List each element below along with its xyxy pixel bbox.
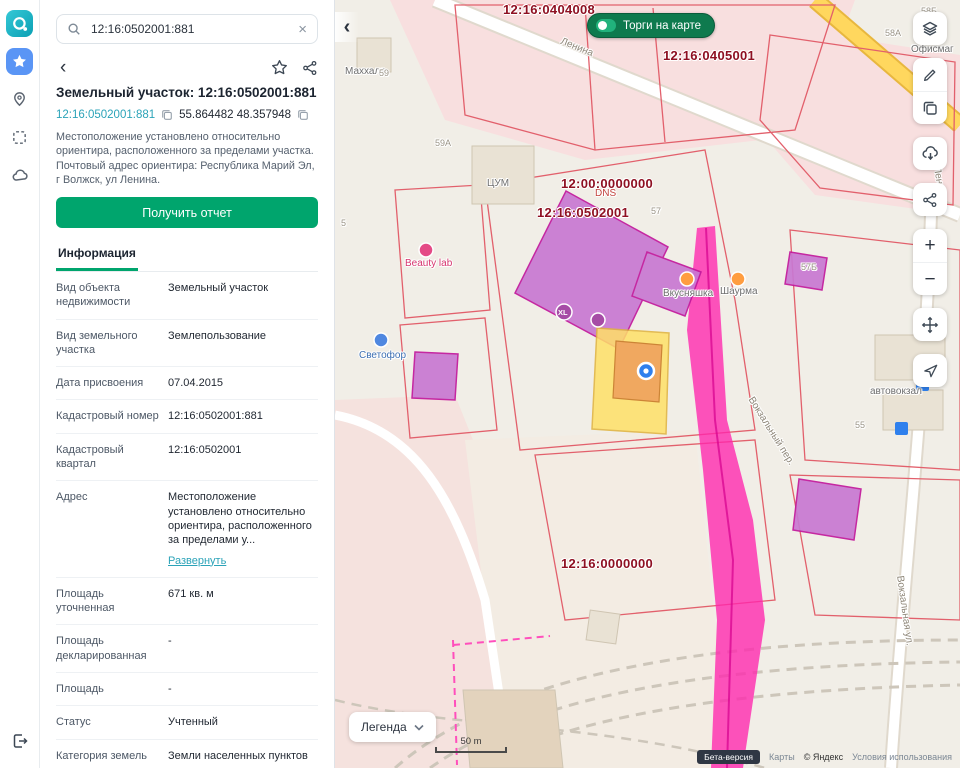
left-icon-rail (0, 0, 40, 768)
map-pin-icon (14, 92, 25, 107)
favorite-star-icon[interactable] (271, 59, 288, 76)
cadastral-coords-row: 12:16:0502001:881 55.864482 48.357948 (56, 109, 318, 121)
info-row-parcel-type: Вид земельного участка Землепользование (56, 320, 318, 368)
zoom-out-button[interactable]: − (913, 262, 947, 295)
pencil-icon (923, 69, 935, 82)
info-row-address: Адрес Местоположение установлено относит… (56, 481, 318, 578)
info-row-status: Статус Учтенный (56, 706, 318, 740)
search-bar[interactable]: × (56, 14, 318, 44)
share-map-button[interactable] (913, 183, 947, 216)
duplicate-icon (923, 101, 937, 115)
legend-button[interactable]: Легенда (349, 712, 436, 742)
share-icon (923, 192, 937, 207)
dashed-area-icon (13, 131, 26, 144)
info-row-land-category: Категория земель Земли населенных пункто… (56, 740, 318, 768)
search-input[interactable] (89, 21, 291, 37)
marker-nav-button[interactable] (6, 86, 33, 113)
info-row-date: Дата присвоения 07.04.2015 (56, 367, 318, 401)
info-row-cadastral-number: Кадастровый номер 12:16:0502001:881 (56, 400, 318, 434)
panel-tabs: Информация (56, 240, 318, 272)
share-icon[interactable] (302, 60, 318, 76)
copy-icon[interactable] (297, 109, 309, 121)
cloud-icon (12, 168, 28, 181)
locate-me-button[interactable] (913, 354, 947, 387)
location-arrow-icon (923, 364, 937, 378)
selection-nav-button[interactable] (6, 124, 33, 151)
yandex-copyright[interactable]: © Яндекс (804, 752, 843, 762)
maps-label: Карты (769, 752, 795, 762)
star-icon (13, 54, 26, 68)
object-title: Земельный участок: 12:16:0502001:881 (56, 85, 317, 100)
copy-area-button[interactable] (913, 91, 947, 124)
expand-address-link[interactable]: Развернуть (168, 554, 226, 568)
cadastral-number-link[interactable]: 12:16:0502001:881 (56, 109, 155, 121)
info-row-area-refined: Площадь уточненная 671 кв. м (56, 578, 318, 626)
beta-badge: Бета-версия (697, 750, 761, 764)
scale-bar: 50 m (435, 736, 507, 753)
logo-icon (12, 16, 27, 31)
app-logo[interactable] (6, 10, 33, 37)
info-row-cadastral-quarter: Кадастровый квартал 12:16:0502001 (56, 434, 318, 482)
collapse-panel-button[interactable]: ‹ (335, 12, 359, 42)
object-description: Местоположение установлено относительно … (56, 131, 315, 186)
cloud-download-icon (921, 146, 938, 161)
back-button[interactable]: ‹ (56, 58, 70, 77)
map-toolbar: + − (913, 12, 947, 387)
chevron-down-icon (414, 724, 424, 731)
torgi-map-toggle-button[interactable]: Торги на карте (587, 13, 716, 38)
map-area: 12:16:0404008 12:16:0405001 12:00:000000… (335, 0, 960, 768)
layers-button[interactable] (913, 12, 947, 45)
pan-arrows-icon (921, 316, 939, 333)
info-row-object-type: Вид объекта недвижимости Земельный участ… (56, 272, 318, 320)
terms-of-use-link[interactable]: Условия использования (852, 752, 952, 762)
panel-actions-row: ‹ (56, 58, 318, 77)
get-report-button[interactable]: Получить отчет (56, 197, 318, 228)
info-row-area-declared: Площадь декларированная - (56, 625, 318, 674)
pan-button[interactable] (913, 308, 947, 341)
draw-button[interactable] (913, 58, 947, 91)
torgi-label: Торги на карте (623, 19, 702, 32)
object-detail-panel: × ‹ Земельный участок: 12:16:0502001:881… (40, 0, 335, 768)
layers-icon (922, 21, 938, 36)
tab-information[interactable]: Информация (56, 240, 138, 271)
map-attribution: Бета-версия Карты © Яндекс Условия испол… (697, 750, 952, 764)
cloud-nav-button[interactable] (6, 162, 33, 189)
logout-icon (13, 733, 28, 748)
download-button[interactable] (913, 137, 947, 170)
app-window: × ‹ Земельный участок: 12:16:0502001:881… (0, 0, 960, 768)
logout-button[interactable] (6, 727, 33, 754)
info-row-area: Площадь - (56, 673, 318, 707)
coordinates-value: 55.864482 48.357948 (179, 109, 292, 121)
map-canvas[interactable] (335, 0, 960, 768)
favorites-nav-button[interactable] (6, 48, 33, 75)
zoom-in-button[interactable]: + (913, 229, 947, 262)
search-icon (68, 23, 80, 35)
copy-icon[interactable] (161, 109, 173, 121)
toggle-icon (596, 19, 616, 32)
info-table: Вид объекта недвижимости Земельный участ… (56, 272, 318, 768)
clear-search-icon[interactable]: × (298, 22, 307, 37)
